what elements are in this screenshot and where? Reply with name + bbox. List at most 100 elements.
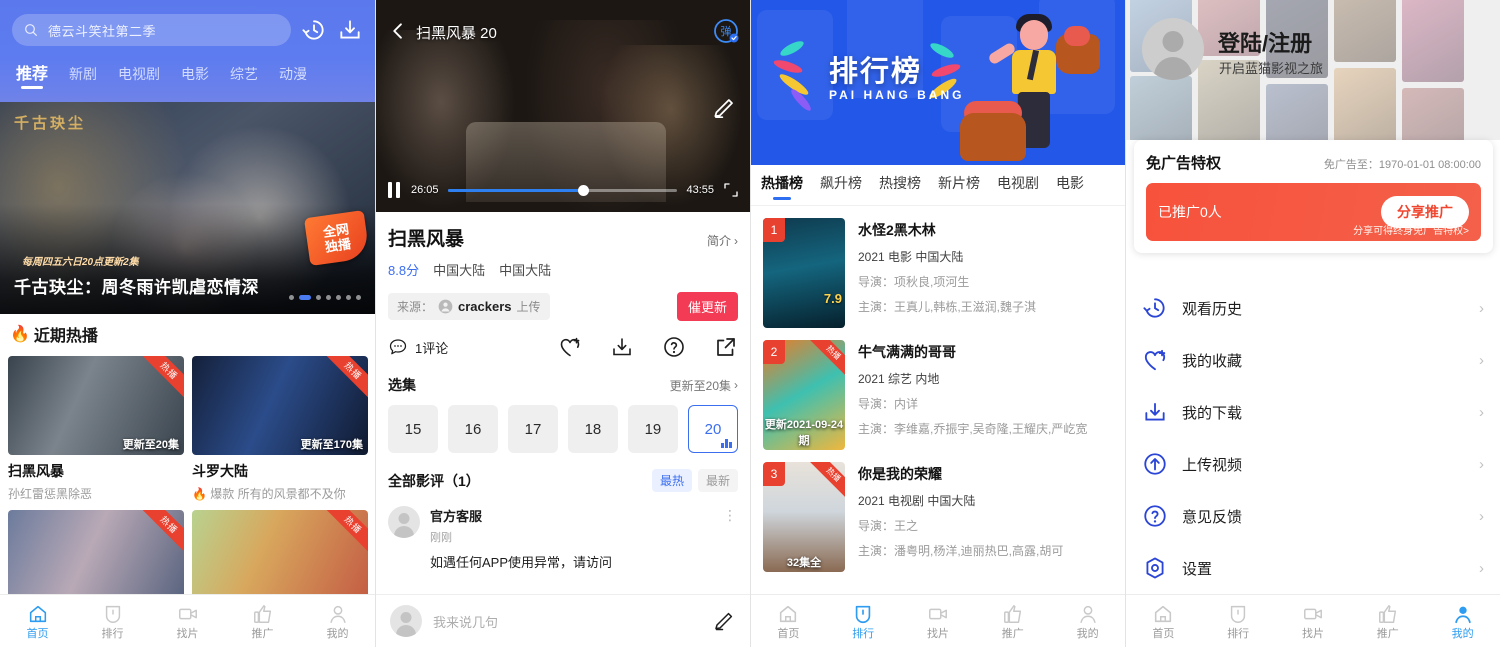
update-text: 更新至20集 — [669, 378, 731, 393]
progress-handle[interactable] — [578, 184, 590, 196]
sort-new-chip[interactable]: 最新 — [697, 469, 738, 492]
nav-mine[interactable]: 我的 — [1425, 603, 1500, 640]
fullscreen-icon[interactable] — [723, 182, 739, 198]
favorite-add-icon[interactable] — [558, 335, 582, 359]
poster[interactable]: 2 热播 更新2021-09-24期 — [763, 340, 845, 450]
item-cast: 主演：王真儿,韩栋,王滋润,魏子淇 — [858, 300, 1037, 314]
nav-find[interactable]: 找片 — [1276, 603, 1351, 640]
item-director: 导演：王之 — [858, 519, 919, 533]
tab-movie[interactable]: 电影 — [181, 64, 209, 91]
tab-new-drama[interactable]: 新剧 — [69, 64, 97, 91]
table-row[interactable]: 1 7.9 水怪2黑木林 2021 电影 中国大陆 导演：项秋良,项河生 主演：… — [751, 206, 1125, 328]
nav-rank[interactable]: 排行 — [826, 603, 901, 640]
nav-home[interactable]: 首页 — [0, 603, 75, 640]
episode-17[interactable]: 17 — [507, 405, 558, 453]
tab-rising[interactable]: 飙升榜 — [820, 173, 862, 198]
card-thumbnail[interactable]: 热播 更新至170集 — [192, 356, 368, 455]
source-chip[interactable]: 来源： crackers 上传 — [388, 293, 550, 320]
search-input[interactable]: 德云斗笑社第二季 — [12, 14, 291, 46]
tab-hot-play[interactable]: 热播榜 — [761, 173, 803, 198]
table-row[interactable]: 3 热播 32集全 你是我的荣耀 2021 电视剧 中国大陆 导演：王之 主演：… — [751, 450, 1125, 572]
banner-dots[interactable] — [289, 295, 361, 300]
nav-rank[interactable]: 排行 — [1201, 603, 1276, 640]
tab-new-release[interactable]: 新片榜 — [938, 173, 980, 198]
hero-sack — [960, 113, 1026, 161]
nav-promo[interactable]: 推广 — [975, 603, 1050, 640]
corner-badge: 热播 — [805, 462, 845, 503]
share-icon[interactable] — [714, 335, 738, 359]
intro-link[interactable]: 简介 › — [707, 232, 738, 249]
episode-16[interactable]: 16 — [447, 405, 498, 453]
item-info: 你是我的荣耀 2021 电视剧 中国大陆 导演：王之 主演：潘粤明,杨洋,迪丽热… — [858, 462, 1113, 572]
episode-15[interactable]: 15 — [388, 405, 438, 453]
episode-number: 20 — [704, 420, 722, 438]
bottom-navigation: 首页 排行 找片 推广 我的 — [751, 594, 1125, 647]
back-chevron-icon[interactable] — [388, 20, 408, 42]
tab-tv-series[interactable]: 电视剧 — [118, 64, 160, 91]
share-promo-banner[interactable]: 已推广0人 分享推广 分享可得终身免广告特权> — [1146, 183, 1481, 241]
menu-item-feedback[interactable]: 意见反馈 › — [1142, 490, 1484, 542]
video-player[interactable]: 扫黑风暴 20 弹 26:05 43:55 — [376, 0, 750, 212]
download-icon[interactable] — [610, 335, 634, 359]
table-row[interactable]: 2 热播 更新2021-09-24期 牛气满满的哥哥 2021 综艺 内地 导演… — [751, 328, 1125, 450]
card-thumbnail[interactable]: 热播 更新至20集 — [8, 356, 184, 455]
nav-promo[interactable]: 推广 — [225, 603, 300, 640]
nav-mine[interactable]: 我的 — [300, 603, 375, 640]
nav-find[interactable]: 找片 — [150, 603, 225, 640]
tab-recommend[interactable]: 推荐 — [16, 60, 48, 91]
slogan: 开启蓝猫影视之旅 — [1219, 61, 1324, 76]
nav-label: 推广 — [1001, 627, 1024, 640]
nav-home[interactable]: 首页 — [751, 603, 826, 640]
episode-19[interactable]: 19 — [627, 405, 678, 453]
history-icon[interactable] — [301, 17, 327, 43]
menu-item-watch-history[interactable]: 观看历史 › — [1142, 282, 1484, 334]
rating-score: 7.9 — [823, 291, 842, 306]
home-banner[interactable]: 千古玦尘 每周四五六日20点更新2集 千古玦尘：周冬雨许凯虐恋情深 全网 独播 — [0, 102, 375, 314]
thumbup-icon — [1003, 604, 1021, 623]
list-item[interactable]: 热播 更新至170集 斗罗大陆 🔥 爆款 所有的风景都不及你 — [192, 356, 368, 502]
more-options-icon[interactable]: ⋮ — [723, 507, 738, 524]
download-icon[interactable] — [337, 17, 363, 43]
episode-18[interactable]: 18 — [567, 405, 618, 453]
nav-home[interactable]: 首页 — [1126, 603, 1201, 640]
share-hint[interactable]: 分享可得终身免广告特权> — [1353, 222, 1469, 237]
corner-badge: 热播 — [136, 510, 184, 558]
search-icon — [25, 24, 37, 36]
comment-input[interactable]: 我来说几句 — [433, 612, 701, 631]
episode-20[interactable]: 20 — [687, 405, 738, 453]
pencil-icon[interactable] — [712, 609, 736, 633]
nav-rank[interactable]: 排行 — [75, 603, 150, 640]
comment-text: 如遇任何APP使用异常，请访问 — [430, 555, 613, 570]
detail-title-row: 扫黑风暴 简介 › — [388, 224, 738, 251]
source-row: 来源： crackers 上传 催更新 — [388, 292, 738, 321]
poster[interactable]: 1 7.9 — [763, 218, 845, 328]
tab-movie[interactable]: 电影 — [1056, 173, 1084, 198]
login-register-button[interactable]: 登陆/注册 — [1218, 26, 1312, 58]
score: 8.8分 — [388, 263, 420, 278]
list-item[interactable]: 热播 更新至20集 扫黑风暴 孙红雷惩黑除恶 — [8, 356, 184, 502]
tab-anime[interactable]: 动漫 — [279, 64, 307, 91]
progress-bar[interactable] — [447, 184, 678, 196]
urge-update-button[interactable]: 催更新 — [676, 292, 738, 321]
menu-item-my-favorites[interactable]: 我的收藏 › — [1142, 334, 1484, 386]
pause-icon[interactable] — [388, 182, 402, 198]
nav-find[interactable]: 找片 — [901, 603, 976, 640]
poster[interactable]: 3 热播 32集全 — [763, 462, 845, 572]
menu-item-my-downloads[interactable]: 我的下载 › — [1142, 386, 1484, 438]
tab-tv-series[interactable]: 电视剧 — [997, 173, 1039, 198]
danmaku-icon[interactable]: 弹 — [713, 18, 739, 44]
nav-promo[interactable]: 推广 — [1350, 603, 1425, 640]
sort-hot-chip[interactable]: 最热 — [651, 469, 692, 492]
help-icon[interactable] — [662, 335, 686, 359]
menu-item-upload-video[interactable]: 上传视频 › — [1142, 438, 1484, 490]
upload-icon — [1144, 453, 1166, 475]
tab-hot-search[interactable]: 热搜榜 — [879, 173, 921, 198]
person-icon — [1454, 606, 1471, 623]
nav-mine[interactable]: 我的 — [1050, 603, 1125, 640]
menu-item-settings[interactable]: 设置 › — [1142, 542, 1484, 594]
pencil-icon[interactable] — [711, 95, 737, 121]
comment-count-item[interactable]: 1评论 — [388, 337, 530, 357]
episode-update-link[interactable]: 更新至20集 › — [670, 377, 738, 394]
avatar[interactable] — [1142, 18, 1204, 80]
tab-variety[interactable]: 综艺 — [230, 64, 258, 91]
